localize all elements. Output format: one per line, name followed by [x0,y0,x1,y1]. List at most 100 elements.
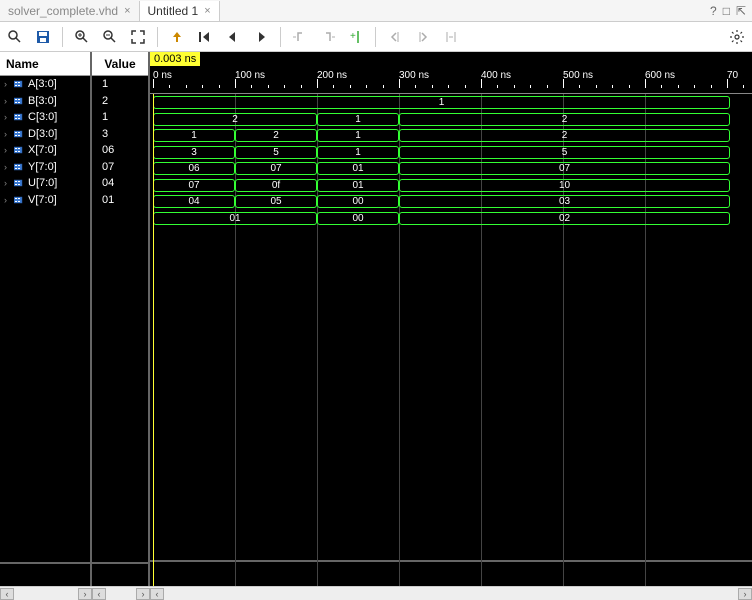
signal-name: U[7:0] [28,177,57,189]
signal-name-row[interactable]: ›X[7:0] [0,142,90,159]
signal-name-row[interactable]: › A[3:0] [0,76,90,93]
help-icon[interactable]: ? [710,4,717,18]
wave-segment: 06 [153,162,235,175]
next-edge-icon[interactable] [319,28,337,46]
signal-name-row[interactable]: › V[7:0] [0,192,90,209]
zoom-in-icon[interactable] [73,28,91,46]
wave-segment: 3 [153,146,235,159]
signal-value-row: 04 [92,175,148,192]
value-header: Value [92,52,148,76]
signal-name-row[interactable]: › Y[7:0] [0,159,90,176]
bus-icon [14,145,26,155]
signal-name-row[interactable]: › U[7:0] [0,175,90,192]
wave-segment: 2 [153,113,317,126]
close-icon[interactable]: × [124,5,130,17]
wave-segment: 1 [153,129,235,142]
ruler-tick: 100 ns [235,70,265,81]
wave-row[interactable]: 3515 [150,146,752,160]
signal-name-row[interactable]: › C[3:0] [0,109,90,126]
step-forward-icon[interactable] [252,28,270,46]
chevron-right-icon[interactable]: › [4,96,12,106]
save-icon[interactable] [34,28,52,46]
wave-segment: 10 [399,179,730,192]
wave-row[interactable]: 04050003 [150,195,752,209]
wave-segment: 04 [153,195,235,208]
waveform-area[interactable]: 0.003 ns 0 ns100 ns200 ns300 ns400 ns500… [150,52,752,586]
waveform-rows[interactable]: 12121212351506070107070f0110040500030100… [150,94,752,586]
signal-name: Y[7:0] [28,161,57,173]
time-ruler[interactable]: 0 ns100 ns200 ns300 ns400 ns500 ns600 ns… [150,70,752,94]
close-icon[interactable]: × [204,5,210,17]
add-marker-icon[interactable]: + [347,28,365,46]
ruler-tick: 500 ns [563,70,593,81]
signal-value-row: 01 [92,192,148,209]
bus-icon [14,112,26,122]
settings-icon[interactable] [728,28,746,46]
chevron-right-icon[interactable]: › [4,162,12,172]
signal-name: C[3:0] [28,111,57,123]
value-scrollbar[interactable]: ‹ › [92,586,150,600]
wave-scrollbar[interactable]: ‹ › [150,586,752,600]
bus-icon [14,96,26,106]
signal-name: D[3:0] [28,128,57,140]
swap-markers-icon[interactable] [442,28,460,46]
zoom-fit-icon[interactable] [129,28,147,46]
scroll-left-icon[interactable]: ‹ [0,588,14,600]
cursor-line[interactable] [153,94,154,586]
wave-segment: 05 [235,195,317,208]
ruler-tick: 0 ns [153,70,172,81]
scroll-left-icon[interactable]: ‹ [150,588,164,600]
wave-segment: 2 [399,113,730,126]
signal-value-row: 06 [92,142,148,159]
chevron-right-icon[interactable]: › [4,112,12,122]
scroll-right-icon[interactable]: › [78,588,92,600]
signal-value-row: 2 [92,93,148,110]
wave-row[interactable]: 06070107 [150,162,752,176]
tab-solver[interactable]: solver_complete.vhd × [0,1,140,21]
wave-row[interactable]: 070f0110 [150,179,752,193]
signal-name: A[3:0] [28,78,57,90]
step-back-icon[interactable] [224,28,242,46]
zoom-out-icon[interactable] [101,28,119,46]
next-marker-icon[interactable] [414,28,432,46]
name-header: Name [0,52,90,76]
ruler-tick: 300 ns [399,70,429,81]
signal-name-row[interactable]: › D[3:0] [0,126,90,143]
signal-name: V[7:0] [28,194,57,206]
window-controls: ? □ ⇱ [704,4,752,18]
scroll-left-icon[interactable]: ‹ [92,588,106,600]
chevron-right-icon[interactable]: › [4,178,12,188]
prev-marker-icon[interactable] [386,28,404,46]
wave-row[interactable]: 1 [150,96,752,110]
ruler-tick: 200 ns [317,70,347,81]
popout-icon[interactable]: ⇱ [736,4,746,18]
chevron-right-icon[interactable]: › [4,145,12,155]
goto-first-icon[interactable] [196,28,214,46]
bus-icon [14,79,26,89]
goto-cursor-icon[interactable] [168,28,186,46]
wave-row[interactable]: 1212 [150,129,752,143]
wave-segment: 1 [317,113,399,126]
signal-name-row[interactable]: ›B[3:0] [0,93,90,110]
bus-icon [14,195,26,205]
wave-segment: 07 [153,179,235,192]
prev-edge-icon[interactable] [291,28,309,46]
wave-segment: 01 [153,212,317,225]
chevron-right-icon[interactable]: › [4,79,12,89]
name-scrollbar[interactable]: ‹ › [0,586,92,600]
wave-segment: 07 [399,162,730,175]
wave-row[interactable]: 212 [150,113,752,127]
chevron-right-icon[interactable]: › [4,129,12,139]
wave-segment: 00 [317,212,399,225]
search-icon[interactable] [6,28,24,46]
tabbar: solver_complete.vhd × Untitled 1 × ? □ ⇱ [0,0,752,22]
tab-untitled[interactable]: Untitled 1 × [140,1,220,21]
maximize-icon[interactable]: □ [723,4,730,18]
wave-row[interactable]: 010002 [150,212,752,226]
bus-icon [14,162,26,172]
scroll-right-icon[interactable]: › [136,588,150,600]
svg-text:+: + [350,31,356,42]
scroll-right-icon[interactable]: › [738,588,752,600]
ruler-tick: 70 [727,70,738,81]
chevron-right-icon[interactable]: › [4,195,12,205]
